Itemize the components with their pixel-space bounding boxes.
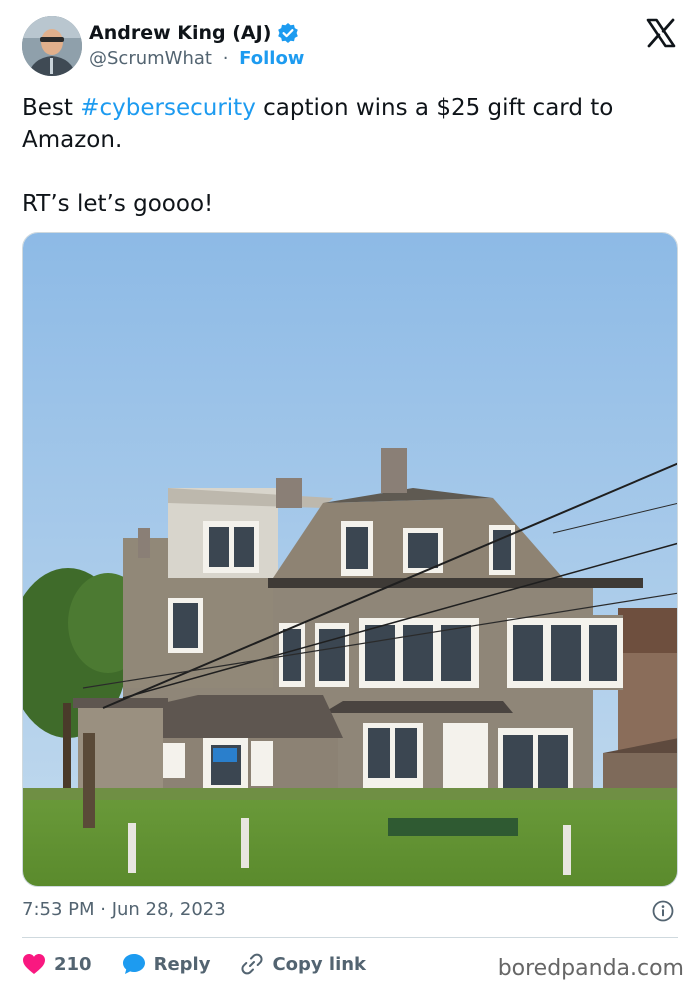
reply-bubble-icon: [122, 954, 145, 974]
link-icon: [241, 953, 263, 975]
action-bar: 210 Reply Copy link: [22, 950, 396, 978]
heart-icon: [23, 954, 45, 974]
reply-button[interactable]: Reply: [122, 953, 211, 975]
author-name[interactable]: Andrew King (AJ): [89, 22, 271, 44]
avatar-image: [22, 16, 82, 76]
copy-link-button[interactable]: Copy link: [240, 952, 366, 976]
hashtag-link[interactable]: #cybersecurity: [80, 95, 256, 121]
tweet-line-2: RT’s let’s goooo!: [22, 191, 214, 217]
reply-label: Reply: [153, 953, 211, 975]
like-count: 210: [54, 953, 92, 975]
separator-dot: ·: [222, 48, 229, 69]
tweet-photo[interactable]: [22, 232, 678, 887]
author-handle[interactable]: @ScrumWhat: [89, 48, 212, 69]
info-icon[interactable]: [652, 900, 674, 922]
verified-badge-icon: [278, 23, 299, 43]
author-name-row[interactable]: Andrew King (AJ): [89, 22, 299, 44]
house-photo: [23, 233, 677, 886]
tweet-timestamp[interactable]: 7:53 PM · Jun 28, 2023: [22, 899, 226, 920]
author-handle-row: @ScrumWhat · Follow: [89, 48, 304, 69]
x-logo-icon[interactable]: [645, 17, 677, 49]
tweet-line-1: Best #cybersecurity caption wins a $25 g…: [22, 95, 614, 153]
like-button[interactable]: 210: [22, 953, 92, 975]
avatar[interactable]: [22, 16, 82, 76]
copy-link-label: Copy link: [272, 953, 367, 975]
follow-link[interactable]: Follow: [239, 48, 304, 69]
tweet-text: Best #cybersecurity caption wins a $25 g…: [22, 92, 672, 220]
watermark: boredpanda.com: [497, 956, 684, 981]
divider: [22, 937, 678, 938]
